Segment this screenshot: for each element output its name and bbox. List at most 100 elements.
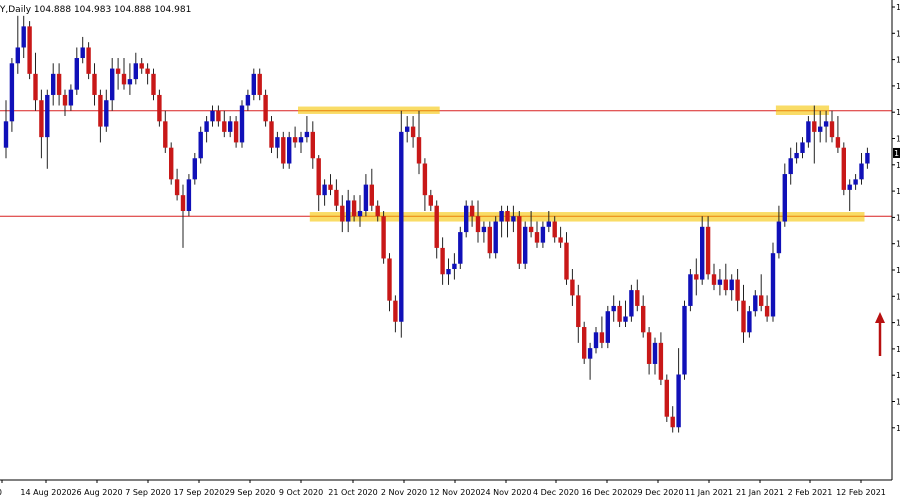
x-tick-label: 2 Nov 2020	[381, 488, 427, 497]
candle-body	[847, 184, 852, 190]
candle-body	[340, 205, 345, 222]
candle-body	[841, 147, 846, 190]
candle	[458, 226, 463, 270]
candle-body	[434, 205, 439, 248]
candle-body	[629, 290, 634, 317]
candle-body	[452, 263, 457, 270]
candle	[487, 221, 492, 259]
candle-body	[540, 226, 546, 243]
candle	[27, 21, 32, 80]
zone-0	[298, 106, 440, 114]
candle-body	[464, 205, 469, 233]
candle	[86, 42, 91, 80]
candle-body	[33, 73, 38, 101]
candle-body	[587, 348, 593, 359]
candle-body	[717, 279, 723, 285]
candle	[523, 221, 528, 270]
candle	[582, 321, 587, 364]
candle-body	[110, 68, 115, 101]
candle-body	[670, 416, 675, 428]
x-tick-label: 16 Dec 2020	[581, 488, 632, 497]
x-tick-label: 7 Sep 2020	[125, 488, 171, 497]
candle-body	[505, 210, 510, 222]
candle-body	[163, 121, 168, 148]
y-tick-label: 1	[896, 266, 900, 275]
candle-body	[245, 94, 251, 106]
candle-body	[357, 210, 363, 217]
candle-body	[422, 163, 428, 196]
candle-body	[523, 226, 528, 264]
candlestick-chart: 1 1 1 1 1 1 1 1 1 1 1 1 1 1 1 1 1 1 020 14 Aug 202026 Aug …	[0, 0, 900, 500]
candle-body	[493, 221, 498, 254]
candle-body	[552, 221, 557, 238]
candle-body	[56, 73, 62, 95]
candle-body	[705, 226, 711, 275]
y-tick-label: 1	[896, 319, 900, 328]
candle-body	[145, 68, 150, 74]
candle-body	[534, 232, 540, 243]
x-tick-label: 17 Sep 2020	[174, 488, 225, 497]
candle-body	[204, 121, 209, 132]
x-tick-label: 12 Nov 2020	[429, 488, 480, 497]
candle-body	[275, 137, 280, 148]
candle-body	[658, 342, 664, 380]
candle	[841, 142, 846, 196]
candle-body	[546, 221, 551, 227]
price-chart[interactable]: 1 1 1 1 1 1 1 1 1 1 1 1 1 1 1 1 1 1 020 14 Aug 202026 Aug …	[0, 0, 900, 500]
candle-body	[499, 210, 504, 222]
candle-body	[564, 242, 569, 280]
candle-body	[104, 100, 109, 127]
candle	[263, 89, 268, 127]
candle-body	[15, 47, 20, 64]
candle	[464, 200, 469, 238]
candle	[157, 89, 162, 127]
candle-body	[62, 94, 68, 106]
candle-body	[469, 205, 475, 217]
candle	[493, 216, 498, 259]
y-tick-label: 1	[896, 292, 900, 301]
candle-body	[859, 163, 864, 180]
zone-2	[309, 212, 865, 222]
candle	[682, 300, 687, 380]
zone-1	[775, 105, 830, 115]
x-tick-label: 24 Nov 2020	[480, 488, 531, 497]
candle-body	[800, 142, 805, 153]
candle	[269, 116, 274, 153]
candle-body	[363, 184, 369, 211]
candle-body	[788, 158, 793, 175]
candle-body	[180, 195, 186, 211]
candle-body	[558, 237, 563, 243]
candle-body	[369, 184, 374, 206]
candle-body	[45, 94, 50, 138]
candle-body	[475, 216, 481, 233]
candle-body	[281, 137, 286, 164]
candle-body	[222, 121, 227, 132]
candle-body	[481, 226, 487, 233]
candle-body	[593, 332, 599, 349]
candle-body	[304, 131, 310, 138]
candle-body	[823, 121, 829, 127]
candle-body	[753, 295, 758, 312]
candle-body	[517, 216, 522, 264]
candle-body	[410, 126, 416, 138]
candle-body	[351, 200, 357, 217]
candle	[239, 100, 245, 148]
candle-body	[806, 121, 811, 143]
candle-body	[747, 311, 752, 333]
candle-body	[782, 174, 787, 222]
x-tick-label: 020	[0, 488, 2, 497]
candle-body	[287, 137, 292, 164]
candle-body	[599, 332, 605, 343]
candle-body	[192, 158, 197, 180]
x-tick-label: 9 Oct 2020	[279, 488, 323, 497]
candle-body	[169, 147, 174, 180]
candle-body	[121, 73, 127, 85]
candle-body	[458, 232, 463, 264]
candle	[198, 126, 203, 164]
candle-body	[428, 195, 433, 206]
candle-body	[334, 189, 339, 206]
candle-body	[641, 305, 646, 333]
current-price-label: 1	[894, 149, 899, 158]
candle-body	[700, 226, 705, 280]
chart-header: JPY,Daily 104.888 104.983 104.888 104.98…	[0, 5, 191, 15]
